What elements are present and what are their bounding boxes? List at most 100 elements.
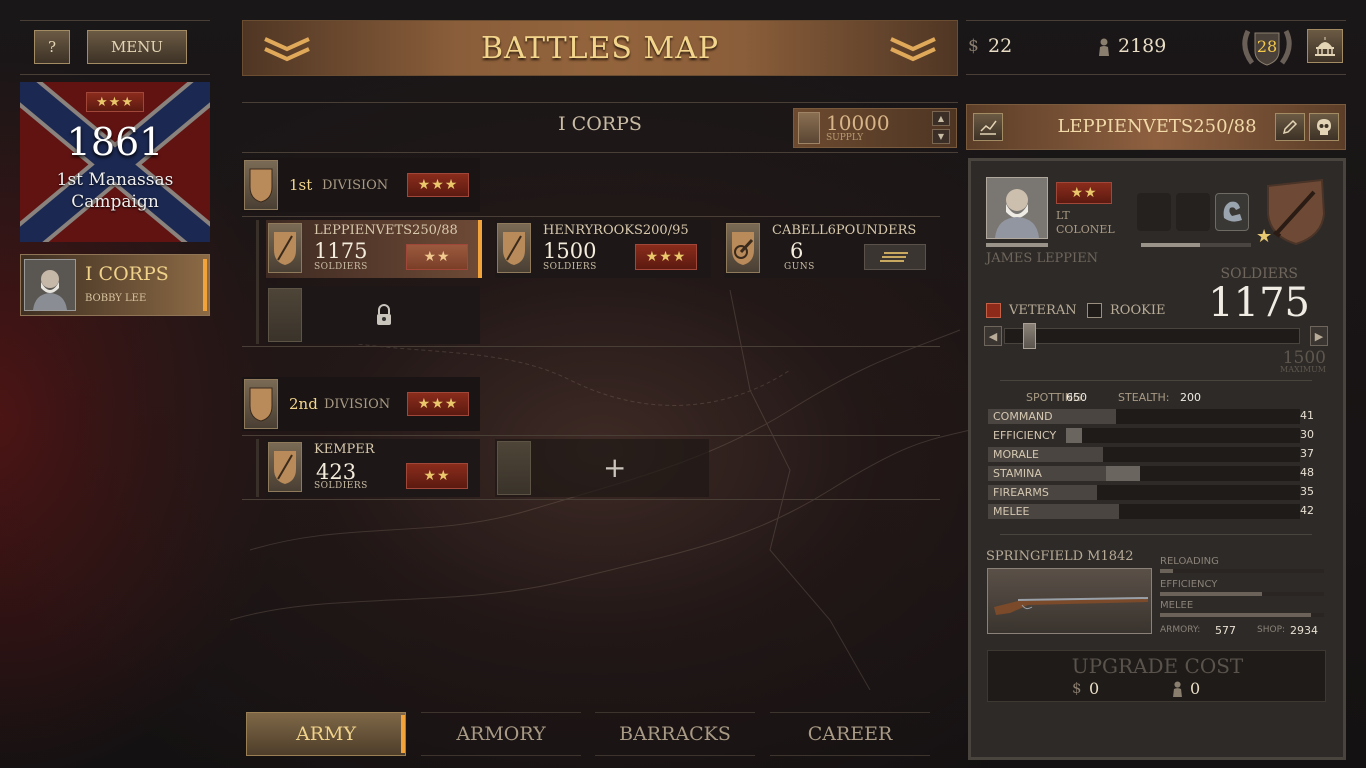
reloading-fill <box>1160 569 1173 573</box>
unit-name: CABELL6POUNDERS <box>772 223 917 238</box>
recruit-icon <box>1173 681 1182 697</box>
unit-slot-henryrooks[interactable]: HENRYROOKS200/95 1500 SOLDIERS ★★★ <box>495 220 711 278</box>
commander-portrait <box>24 259 76 311</box>
efficiency-bar <box>1160 592 1324 596</box>
chevron-down-icon[interactable] <box>889 35 937 63</box>
menu-button[interactable]: MENU <box>87 30 187 64</box>
unit-slot-kemper[interactable]: KEMPER 423 SOLDIERS ★★ <box>266 439 480 497</box>
slider-handle[interactable] <box>1023 323 1036 349</box>
selected-indicator <box>203 259 207 311</box>
selected-indicator <box>401 715 405 753</box>
capitol-button[interactable] <box>1307 29 1343 63</box>
ability-xp-bar <box>1141 243 1251 247</box>
campaign-stars: ★★★ <box>86 92 144 112</box>
armory-value: 577 <box>1215 624 1236 637</box>
officer-rank-stars: ★★ <box>1056 182 1112 204</box>
rank-badge[interactable]: 28 <box>1238 25 1296 69</box>
star-icon: ★ <box>1256 226 1273 247</box>
capitol-icon <box>1315 37 1335 56</box>
unit-count: 1175 <box>314 239 368 263</box>
soldiers-value: 1175 <box>1208 280 1310 326</box>
supply-box: 10000 SUPPLY ▲ ▼ <box>793 108 957 148</box>
upgrade-cost-box[interactable]: UPGRADE COST $ 0 0 <box>987 650 1326 702</box>
soldiers-slider[interactable] <box>1004 323 1300 349</box>
ability-slot-empty[interactable] <box>1137 193 1171 231</box>
unit-stars: ★★ <box>406 244 468 270</box>
division-header-2[interactable]: 2nd DIVISION ★★★ <box>242 377 480 431</box>
divider <box>242 152 958 153</box>
unit-slot-cabell[interactable]: CABELL6POUNDERS 6 GUNS <box>724 220 940 278</box>
melee-bar <box>1160 613 1324 617</box>
add-unit-slot[interactable]: + <box>495 439 709 497</box>
division-number: 2nd <box>289 395 318 413</box>
recruit-icon <box>1099 38 1109 56</box>
stat-row: MELEE 42 <box>988 504 1314 520</box>
stat-label: MORALE <box>993 448 1039 461</box>
infantry-shield-icon <box>268 223 302 273</box>
stat-label: STAMINA <box>993 467 1042 480</box>
stat-label: EFFICIENCY <box>993 429 1057 442</box>
melee-label: MELEE <box>1160 600 1194 611</box>
unit-stars: ★★★ <box>635 244 697 270</box>
divider <box>1000 534 1312 537</box>
unit-count: 6 <box>790 239 804 263</box>
shop-value: 2934 <box>1290 624 1318 637</box>
corps-card[interactable]: I CORPS BOBBY LEE <box>20 254 210 316</box>
empty-shield <box>497 441 531 495</box>
page-title: BATTLES MAP <box>480 30 720 66</box>
stat-value: 30 <box>1300 428 1314 441</box>
shop-label: SHOP: <box>1257 625 1286 635</box>
help-button[interactable]: ? <box>34 30 70 64</box>
weapon-name: SPRINGFIELD M1842 <box>986 549 1134 564</box>
stat-label: COMMAND <box>993 410 1053 423</box>
stat-row: COMMAND 41 <box>988 409 1314 425</box>
reloading-label: RELOADING <box>1160 556 1219 567</box>
maximum-label: MAXIMUM <box>1280 365 1326 374</box>
musket-icon <box>994 597 1149 615</box>
supply-down-button[interactable]: ▼ <box>932 129 950 144</box>
division-connector <box>256 439 259 497</box>
ability-slot[interactable] <box>1215 193 1249 231</box>
money-icon: $ <box>968 36 979 56</box>
rank-bars-icon <box>864 244 926 270</box>
rookie-checkbox[interactable] <box>1087 303 1102 318</box>
divider <box>1000 380 1312 383</box>
campaign-card[interactable]: ★★★ 1861 1st Manassas Campaign <box>20 82 210 242</box>
division-stars: ★★★ <box>407 173 469 197</box>
pencil-icon <box>1282 119 1298 135</box>
stealth-value: 200 <box>1180 391 1201 404</box>
slider-right-button[interactable]: ▶ <box>1310 326 1328 346</box>
divider <box>242 346 940 347</box>
melee-fill <box>1160 613 1311 617</box>
supply-up-button[interactable]: ▲ <box>932 111 950 126</box>
officer-name: JAMES LEPPIEN <box>986 251 1099 266</box>
stat-value: 35 <box>1300 485 1314 498</box>
veteran-checkbox[interactable] <box>986 303 1001 318</box>
unit-slot-leppienvets[interactable]: LEPPIENVETS250/88 1175 SOLDIERS ★★ <box>266 220 482 278</box>
tab-career[interactable]: CAREER <box>770 712 930 756</box>
stat-value: 42 <box>1300 504 1314 517</box>
tab-army[interactable]: ARMY <box>246 712 406 756</box>
slider-left-button[interactable]: ◀ <box>984 326 1002 346</box>
tab-barracks[interactable]: BARRACKS <box>595 712 755 756</box>
chevron-down-icon[interactable] <box>263 35 311 63</box>
divider <box>966 74 1346 75</box>
division-shield-icon <box>244 379 278 429</box>
rename-button[interactable] <box>1275 113 1305 141</box>
divider <box>242 216 940 217</box>
divider <box>242 435 940 436</box>
infantry-shield-icon <box>268 442 302 492</box>
divider <box>242 102 958 103</box>
ability-slot-empty[interactable] <box>1176 193 1210 231</box>
division-header-1[interactable]: 1st DIVISION ★★★ <box>242 158 480 212</box>
stat-label: FIREARMS <box>993 486 1049 499</box>
weapon-image[interactable] <box>987 568 1152 634</box>
lock-icon <box>377 304 391 325</box>
disband-button[interactable] <box>1309 113 1339 141</box>
stat-row: EFFICIENCY 30 <box>988 428 1314 444</box>
strength-icon <box>1223 201 1242 222</box>
tab-armory[interactable]: ARMORY <box>421 712 581 756</box>
veteran-label: VETERAN <box>1009 303 1077 318</box>
officer-xp-bar <box>986 243 1048 247</box>
tab-label: ARMY <box>295 723 357 745</box>
